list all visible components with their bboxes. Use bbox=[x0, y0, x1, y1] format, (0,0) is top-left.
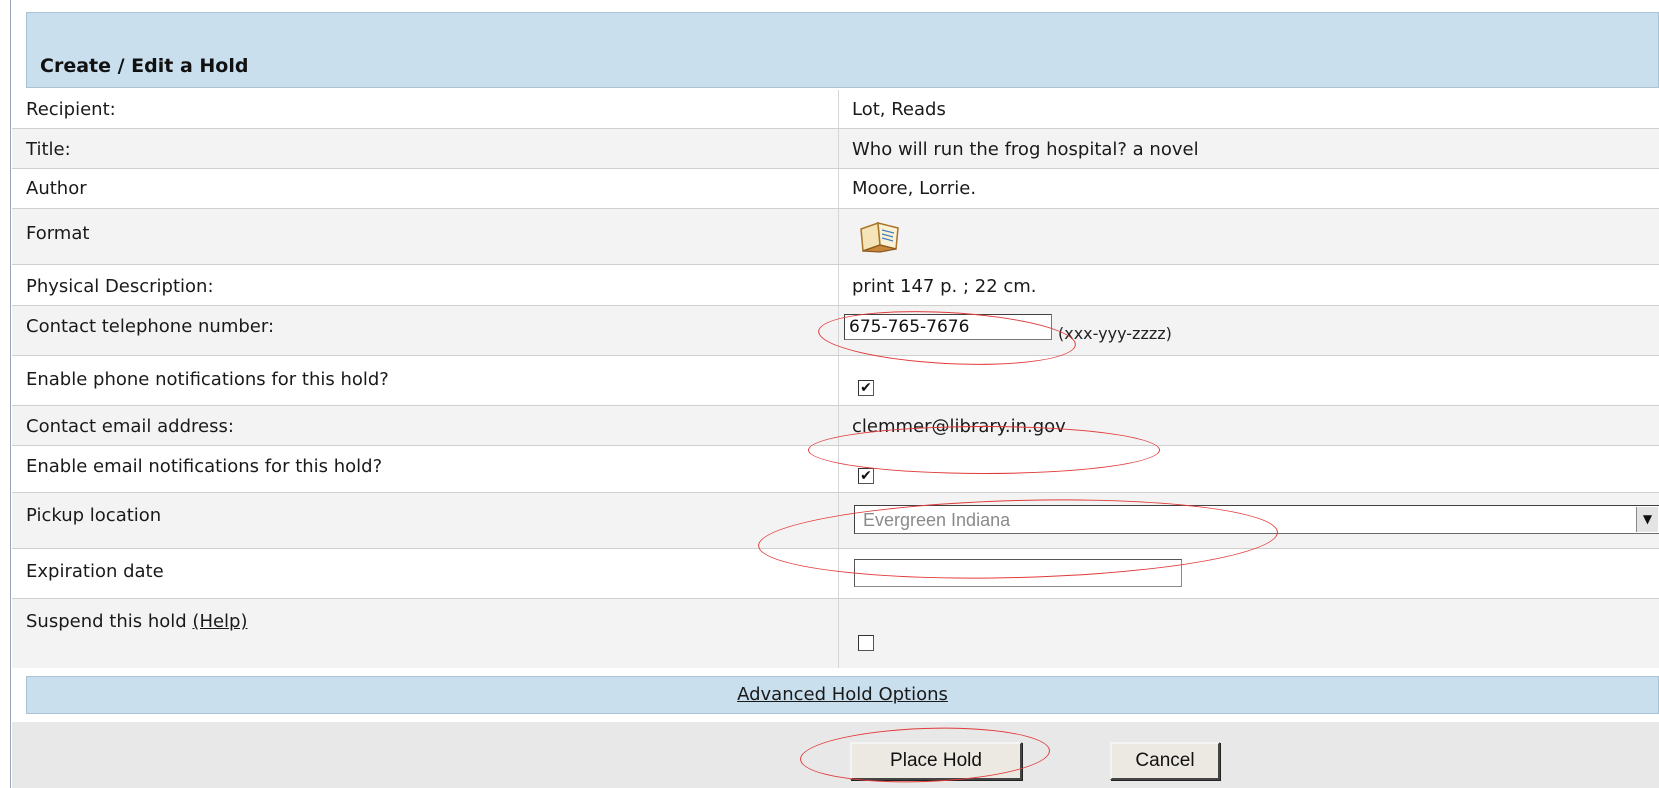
author-label: Author bbox=[26, 178, 87, 199]
page-title: Create / Edit a Hold bbox=[40, 55, 249, 77]
column-divider bbox=[838, 493, 839, 548]
title-label: Title: bbox=[26, 139, 71, 160]
recipient-value: Lot, Reads bbox=[852, 99, 946, 120]
column-divider bbox=[838, 446, 839, 492]
contact-email-label: Contact email address: bbox=[26, 416, 234, 437]
physical-description-label: Physical Description: bbox=[26, 276, 214, 297]
advanced-options-band: Advanced Hold Options bbox=[26, 676, 1659, 714]
physical-description-value: print 147 p. ; 22 cm. bbox=[852, 276, 1037, 297]
column-divider bbox=[838, 169, 839, 208]
row-title: Title: Who will run the frog hospital? a… bbox=[12, 129, 1659, 169]
advanced-hold-options-link[interactable]: Advanced Hold Options bbox=[27, 684, 1658, 705]
column-divider bbox=[838, 356, 839, 405]
header-band: Create / Edit a Hold bbox=[26, 12, 1659, 88]
format-label: Format bbox=[26, 223, 90, 244]
row-email-notifications: Enable email notifications for this hold… bbox=[12, 446, 1659, 493]
pickup-location-select[interactable]: Evergreen Indiana ▼ bbox=[854, 505, 1659, 534]
contact-phone-label: Contact telephone number: bbox=[26, 316, 275, 337]
author-value: Moore, Lorrie. bbox=[852, 178, 977, 199]
recipient-label: Recipient: bbox=[26, 99, 116, 120]
left-border bbox=[10, 0, 11, 788]
row-physical-description: Physical Description: print 147 p. ; 22 … bbox=[12, 265, 1659, 306]
expiration-date-label: Expiration date bbox=[26, 561, 164, 582]
row-expiration-date: Expiration date bbox=[12, 549, 1659, 599]
column-divider bbox=[838, 90, 839, 128]
column-divider bbox=[838, 209, 839, 264]
suspend-hold-label: Suspend this hold (Help) bbox=[26, 611, 248, 632]
suspend-help-link[interactable]: (Help) bbox=[192, 611, 247, 632]
contact-email-value: clemmer@library.in.gov bbox=[852, 416, 1066, 437]
row-format: Format bbox=[12, 209, 1659, 265]
row-pickup-location: Pickup location Evergreen Indiana ▼ bbox=[12, 493, 1659, 549]
column-divider bbox=[838, 406, 839, 445]
place-hold-button[interactable]: Place Hold bbox=[850, 742, 1022, 780]
suspend-hold-text: Suspend this hold bbox=[26, 611, 187, 632]
dropdown-arrow-icon[interactable]: ▼ bbox=[1636, 507, 1658, 532]
phone-notifications-checkbox[interactable]: ✔ bbox=[858, 380, 874, 396]
email-notifications-label: Enable email notifications for this hold… bbox=[26, 456, 383, 477]
email-notifications-checkbox[interactable]: ✔ bbox=[858, 468, 874, 484]
column-divider bbox=[838, 549, 839, 598]
column-divider bbox=[838, 306, 839, 355]
column-divider bbox=[838, 599, 839, 668]
cancel-button[interactable]: Cancel bbox=[1110, 742, 1220, 780]
column-divider bbox=[838, 129, 839, 168]
book-icon bbox=[860, 221, 899, 253]
row-contact-phone: Contact telephone number: (xxx-yyy-zzzz) bbox=[12, 306, 1659, 356]
row-phone-notifications: Enable phone notifications for this hold… bbox=[12, 356, 1659, 406]
row-contact-email: Contact email address: clemmer@library.i… bbox=[12, 406, 1659, 446]
pickup-location-selected: Evergreen Indiana bbox=[863, 510, 1011, 530]
contact-phone-input[interactable] bbox=[844, 314, 1052, 340]
row-suspend-hold: Suspend this hold (Help) bbox=[12, 599, 1659, 668]
hold-form-page: Create / Edit a Hold Recipient: Lot, Rea… bbox=[0, 0, 1659, 788]
row-recipient: Recipient: Lot, Reads bbox=[12, 90, 1659, 129]
suspend-hold-checkbox[interactable] bbox=[858, 635, 874, 651]
row-author: Author Moore, Lorrie. bbox=[12, 169, 1659, 209]
column-divider bbox=[838, 265, 839, 305]
phone-format-hint: (xxx-yyy-zzzz) bbox=[1058, 324, 1172, 343]
form-actions: Place Hold Cancel bbox=[12, 722, 1659, 788]
title-value: Who will run the frog hospital? a novel bbox=[852, 139, 1199, 160]
pickup-location-label: Pickup location bbox=[26, 505, 162, 526]
phone-notifications-label: Enable phone notifications for this hold… bbox=[26, 369, 389, 390]
expiration-date-input[interactable] bbox=[854, 559, 1182, 587]
